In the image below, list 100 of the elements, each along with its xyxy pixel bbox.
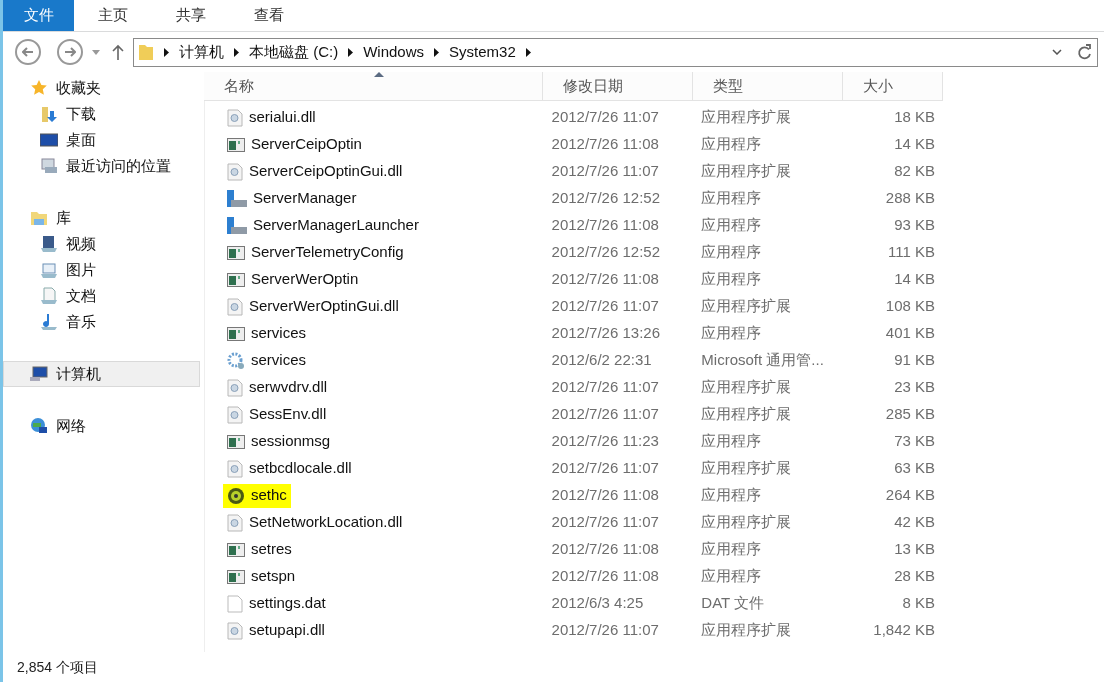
file-row[interactable]: services 2012/7/26 13:26 应用程序 401 KB [205, 320, 943, 347]
breadcrumb-item[interactable]: Windows [363, 40, 425, 64]
file-name: setbcdlocale.dll [249, 458, 352, 479]
date-cell-text: 2012/7/26 11:08 [550, 215, 660, 236]
sidebar-item[interactable]: 桌面 [3, 127, 200, 153]
column-header[interactable]: 大小 [843, 72, 943, 101]
date-cell-text: 2012/7/26 11:07 [550, 296, 660, 317]
file-row[interactable]: services 2012/6/2 22:31 Microsoft 通用管... 91 KB [205, 347, 943, 374]
date-cell-text: 2012/7/26 11:07 [550, 377, 660, 398]
back-button[interactable] [15, 39, 41, 65]
file-name: services [251, 350, 306, 371]
size-cell-text: 401 KB [884, 323, 936, 344]
chevron-right-icon [525, 47, 531, 57]
ribbon-tab[interactable]: 主页 [74, 0, 152, 31]
forward-button[interactable] [57, 39, 83, 65]
size-cell-text: 285 KB [884, 404, 936, 425]
file-row[interactable]: setspn 2012/7/26 11:08 应用程序 28 KB [205, 563, 943, 590]
ribbon-tab[interactable]: 共享 [152, 0, 230, 31]
type-cell-text: 应用程序 [700, 269, 763, 290]
ribbon-tab[interactable]: 文件 [3, 0, 74, 31]
file-row[interactable]: setres 2012/7/26 11:08 应用程序 13 KB [205, 536, 943, 563]
sidebar-item[interactable]: 文档 [3, 283, 200, 309]
sidebar-item[interactable]: 网络 [3, 413, 200, 439]
file-row[interactable]: ServerWerOptin 2012/7/26 11:08 应用程序 14 KB [205, 266, 943, 293]
file-row[interactable]: serwvdrv.dll 2012/7/26 11:07 应用程序扩展 23 KB [205, 374, 943, 401]
column-header[interactable]: 名称 [204, 72, 543, 101]
date-cell-text: 2012/7/26 12:52 [550, 242, 661, 263]
type-cell-text: 应用程序扩展 [700, 296, 793, 317]
date-cell-text: 2012/6/3 4:25 [550, 593, 645, 614]
ribbon-tab[interactable]: 查看 [230, 0, 308, 31]
breadcrumb-item[interactable]: 本地磁盘 (C:) [249, 40, 339, 64]
sidebar-label: 音乐 [66, 311, 96, 332]
refresh-button[interactable] [1075, 43, 1093, 61]
date-cell-text: 2012/7/26 11:08 [550, 485, 660, 506]
breadcrumb-item[interactable]: 计算机 [179, 40, 224, 64]
breadcrumb-item[interactable]: System32 [449, 40, 516, 64]
sidebar-item[interactable]: 最近访问的位置 [3, 153, 200, 179]
column-header[interactable]: 修改日期 [543, 72, 693, 101]
size-cell-text: 14 KB [893, 269, 936, 290]
file-name: services [251, 323, 306, 344]
chevron-right-icon [164, 47, 169, 57]
type-cell-text: 应用程序 [700, 215, 763, 236]
file-row[interactable]: ServerManager 2012/7/26 12:52 应用程序 288 KB [205, 185, 943, 212]
sort-ascending-icon [374, 72, 384, 77]
date-cell-text: 2012/7/26 11:07 [550, 161, 660, 182]
sidebar-item[interactable]: 视频 [3, 231, 200, 257]
size-cell-text: 63 KB [893, 458, 936, 479]
file-row[interactable]: ServerCeipOptinGui.dll 2012/7/26 11:07 应用程序扩展 82 KB [205, 158, 943, 185]
date-cell-text: 2012/7/26 11:07 [550, 458, 660, 479]
file-row[interactable]: settings.dat 2012/6/3 4:25 DAT 文件 8 KB [205, 590, 943, 617]
file-row[interactable]: SetNetworkLocation.dll 2012/7/26 11:07 应用程序扩展 42 KB [205, 509, 943, 536]
file-row[interactable]: setupapi.dll 2012/7/26 11:07 应用程序扩展 1,842 KB [205, 617, 943, 644]
application-window-icon [227, 433, 245, 450]
sidebar-label: 网络 [56, 415, 86, 436]
sidebar-item[interactable]: 图片 [3, 257, 200, 283]
file-row[interactable]: setbcdlocale.dll 2012/7/26 11:07 应用程序扩展 63 KB [205, 455, 943, 482]
recent-places-icon [40, 157, 58, 175]
sidebar-label: 视频 [66, 233, 96, 254]
file-row[interactable]: ServerWerOptinGui.dll 2012/7/26 11:07 应用程序扩展 108 KB [205, 293, 943, 320]
sidebar-label: 桌面 [66, 129, 96, 150]
address-bar[interactable]: 计算机 本地磁盘 (C:) Windows System32 [133, 37, 1098, 67]
file-name: ServerCeipOptin [251, 134, 362, 155]
size-cell-text: 8 KB [901, 593, 936, 614]
picture-library-icon [40, 261, 58, 279]
network-globe-icon [30, 417, 48, 435]
size-cell-text: 91 KB [893, 350, 936, 371]
file-row[interactable]: ServerManagerLauncher 2012/7/26 11:08 应用程序 93 KB [205, 212, 943, 239]
application-window-icon [227, 568, 245, 585]
sidebar-label: 图片 [66, 259, 96, 280]
file-row[interactable]: SessEnv.dll 2012/7/26 11:07 应用程序扩展 285 KB [205, 401, 943, 428]
file-row[interactable]: sessionmsg 2012/7/26 11:23 应用程序 73 KB [205, 428, 943, 455]
sidebar-label: 计算机 [56, 363, 101, 384]
file-row[interactable]: sethc 2012/7/26 11:08 应用程序 264 KB [205, 482, 943, 509]
sidebar-item[interactable]: 库 [3, 205, 200, 231]
date-cell-text: 2012/7/26 11:07 [550, 404, 660, 425]
type-cell-text: DAT 文件 [700, 593, 766, 614]
type-cell-text: 应用程序 [700, 539, 763, 560]
file-name: ServerManagerLauncher [253, 215, 419, 236]
library-folder-icon [30, 209, 48, 227]
file-row[interactable]: serialui.dll 2012/7/26 11:07 应用程序扩展 18 KB [205, 104, 943, 131]
type-cell-text: 应用程序 [700, 431, 763, 452]
sidebar-item[interactable]: 计算机 [3, 361, 200, 387]
up-arrow-icon [112, 44, 124, 60]
chevron-right-icon [234, 47, 239, 57]
date-cell-text: 2012/7/26 11:07 [550, 107, 660, 128]
type-cell-text: 应用程序扩展 [700, 620, 793, 641]
round-emblem-icon [227, 486, 245, 505]
file-name: SessEnv.dll [249, 404, 327, 425]
size-cell-text: 14 KB [893, 134, 936, 155]
sidebar-item[interactable]: 音乐 [3, 309, 200, 335]
sidebar-item[interactable]: 下载 [3, 101, 200, 127]
file-row[interactable]: ServerTelemetryConfig 2012/7/26 12:52 应用程序 111 KB [205, 239, 943, 266]
type-cell-text: 应用程序 [700, 134, 763, 155]
type-cell-text: 应用程序 [700, 485, 763, 506]
column-header[interactable]: 类型 [693, 72, 843, 101]
size-cell-text: 264 KB [884, 485, 936, 506]
file-row[interactable]: ServerCeipOptin 2012/7/26 11:08 应用程序 14 KB [205, 131, 943, 158]
sidebar-item[interactable]: 收藏夹 [3, 75, 200, 101]
blank-file-icon [227, 594, 243, 613]
date-cell-text: 2012/7/26 11:07 [550, 620, 660, 641]
